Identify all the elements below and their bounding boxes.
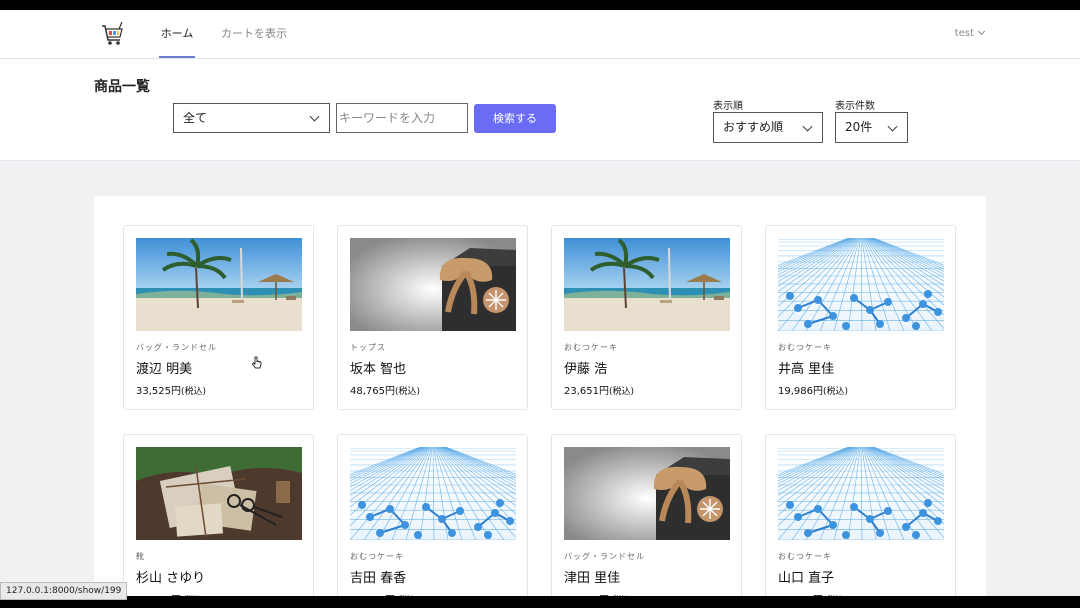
product-name[interactable]: 山口 直子 bbox=[778, 567, 834, 586]
product-category: おむつケーキ bbox=[350, 552, 404, 561]
product-price: 19,986円(税込) bbox=[778, 382, 848, 397]
product-card[interactable]: おむつケーキ 伊藤 浩 23,651円(税込) bbox=[551, 225, 742, 410]
product-image[interactable] bbox=[350, 447, 516, 540]
product-name[interactable]: 渡辺 明美 bbox=[136, 358, 192, 377]
mouse-pointer-icon bbox=[251, 356, 262, 369]
sort-order-select[interactable]: おすすめ順 bbox=[713, 112, 823, 143]
product-card[interactable]: トップス 坂本 智也 48,765円(税込) bbox=[337, 225, 528, 410]
shopping-cart-logo-icon[interactable] bbox=[100, 20, 126, 48]
keyword-input[interactable]: キーワードを入力 bbox=[336, 103, 468, 133]
product-price-value: 25,193円 bbox=[136, 595, 181, 596]
product-price-value: 48,765円 bbox=[350, 386, 395, 397]
product-name[interactable]: 坂本 智也 bbox=[350, 358, 406, 377]
product-price-value: 59,560円 bbox=[564, 595, 609, 596]
product-category: 靴 bbox=[136, 552, 145, 561]
product-price: 95,764円(税込) bbox=[778, 591, 848, 596]
display-count-label: 表示件数 bbox=[835, 101, 875, 112]
product-category: おむつケーキ bbox=[778, 343, 832, 352]
product-category: おむつケーキ bbox=[778, 552, 832, 561]
chevron-down-icon bbox=[977, 27, 986, 36]
product-image[interactable] bbox=[778, 238, 944, 331]
product-image[interactable] bbox=[778, 447, 944, 540]
product-image[interactable] bbox=[564, 447, 730, 540]
product-image[interactable] bbox=[350, 238, 516, 331]
product-price: 33,525円(税込) bbox=[136, 382, 206, 397]
product-price: 25,193円(税込) bbox=[136, 591, 206, 596]
product-image[interactable] bbox=[564, 238, 730, 331]
user-menu[interactable]: test bbox=[954, 10, 986, 58]
product-category: バッグ・ランドセル bbox=[136, 343, 217, 352]
product-card[interactable]: おむつケーキ 山口 直子 95,764円(税込) bbox=[765, 434, 956, 596]
product-card[interactable]: おむつケーキ 井高 里佳 19,986円(税込) bbox=[765, 225, 956, 410]
search-button[interactable]: 検索する bbox=[474, 104, 556, 133]
product-price-value: 24,078円 bbox=[350, 595, 395, 596]
top-navbar: ホーム カートを表示 test bbox=[0, 10, 1080, 59]
product-price-value: 23,651円 bbox=[564, 386, 609, 397]
product-name[interactable]: 杉山 さゆり bbox=[136, 567, 205, 586]
category-select[interactable]: 全て bbox=[173, 103, 330, 133]
product-name[interactable]: 津田 里佳 bbox=[564, 567, 620, 586]
status-bar-url: 127.0.0.1:8000/show/199 bbox=[0, 582, 128, 600]
tab-home[interactable]: ホーム bbox=[159, 10, 195, 58]
tax-included-label: (税込) bbox=[609, 387, 635, 397]
product-price: 48,765円(税込) bbox=[350, 382, 420, 397]
display-count-value: 20件 bbox=[845, 120, 873, 134]
product-card[interactable]: バッグ・ランドセル 渡辺 明美 33,525円(税込) bbox=[123, 225, 314, 410]
user-name: test bbox=[954, 28, 974, 39]
product-card[interactable]: 靴 杉山 さゆり 25,193円(税込) bbox=[123, 434, 314, 596]
sort-order-label: 表示順 bbox=[713, 101, 743, 112]
page-title: 商品一覧 bbox=[94, 79, 150, 95]
product-category: バッグ・ランドセル bbox=[564, 552, 645, 561]
chevron-down-icon bbox=[802, 121, 813, 132]
product-price-value: 95,764円 bbox=[778, 595, 823, 596]
display-count-select[interactable]: 20件 bbox=[835, 112, 908, 143]
tax-included-label: (税込) bbox=[181, 387, 207, 397]
product-price: 23,651円(税込) bbox=[564, 382, 634, 397]
tax-included-label: (税込) bbox=[395, 387, 421, 397]
product-image[interactable] bbox=[136, 238, 302, 331]
sort-order-value: おすすめ順 bbox=[723, 120, 784, 134]
product-price: 59,560円(税込) bbox=[564, 591, 634, 596]
product-price: 24,078円(税込) bbox=[350, 591, 420, 596]
chevron-down-icon bbox=[887, 121, 898, 132]
product-card[interactable]: バッグ・ランドセル 津田 里佳 59,560円(税込) bbox=[551, 434, 742, 596]
tab-view-cart[interactable]: カートを表示 bbox=[221, 10, 287, 58]
product-price-value: 19,986円 bbox=[778, 386, 823, 397]
product-card[interactable]: おむつケーキ 吉田 春香 24,078円(税込) bbox=[337, 434, 528, 596]
product-category: トップス bbox=[350, 343, 386, 352]
product-image[interactable] bbox=[136, 447, 302, 540]
product-name[interactable]: 井高 里佳 bbox=[778, 358, 834, 377]
product-category: おむつケーキ bbox=[564, 343, 618, 352]
product-price-value: 33,525円 bbox=[136, 386, 181, 397]
tax-included-label: (税込) bbox=[823, 387, 849, 397]
product-name[interactable]: 伊藤 浩 bbox=[564, 358, 607, 377]
chevron-down-icon bbox=[309, 111, 320, 122]
category-select-value: 全て bbox=[183, 111, 208, 125]
product-name[interactable]: 吉田 春香 bbox=[350, 567, 406, 586]
search-header: 商品一覧 全て キーワードを入力 検索する 表示順 表示件数 おすすめ順 20件 bbox=[0, 59, 1080, 161]
